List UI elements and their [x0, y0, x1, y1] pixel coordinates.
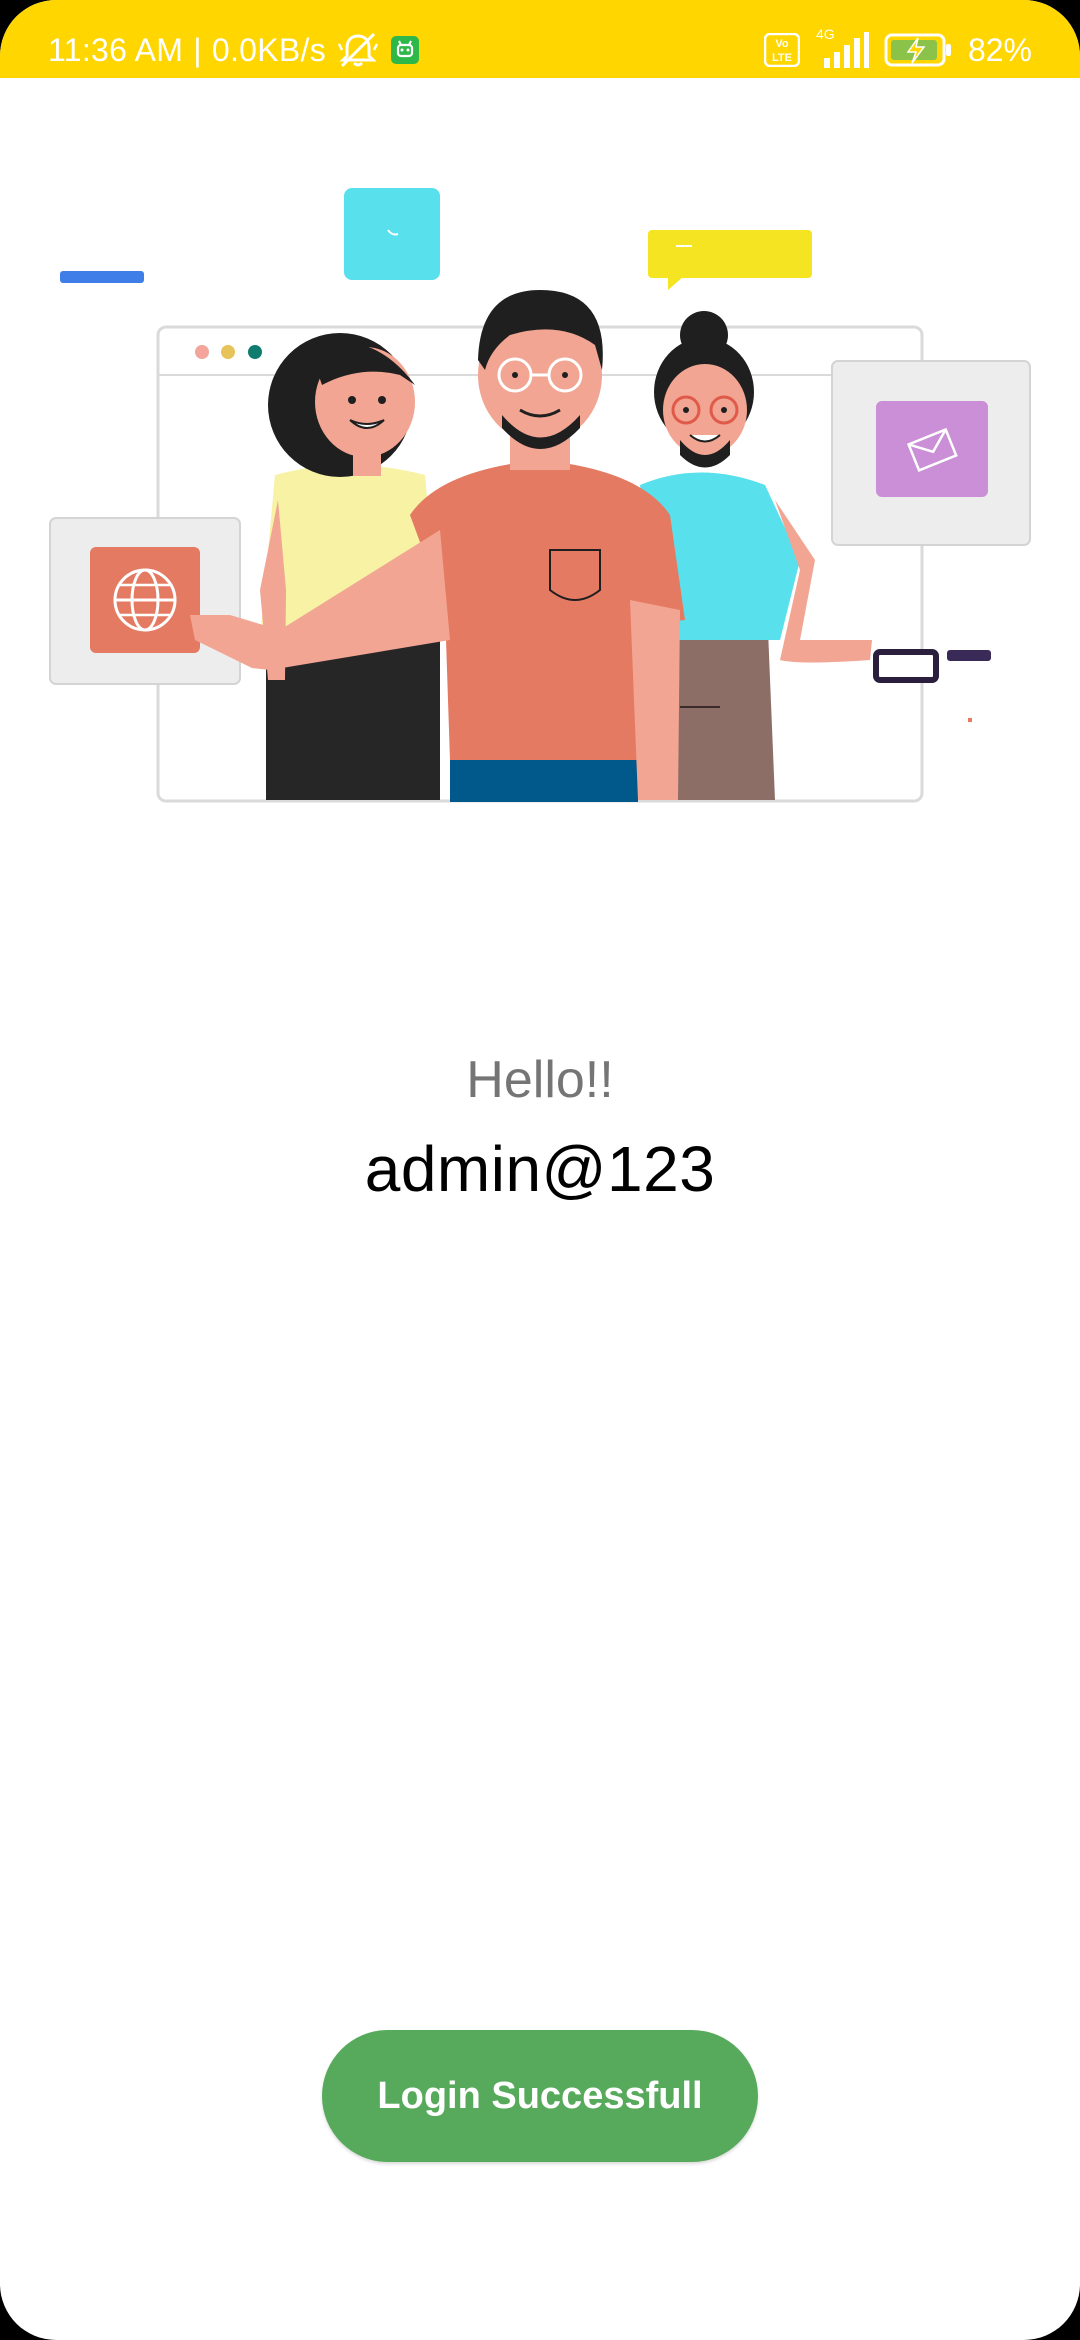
status-separator: | — [193, 31, 202, 68]
globe-card — [49, 517, 241, 685]
chat-bubble-decoration — [648, 230, 812, 290]
muted-bell-icon — [336, 30, 380, 70]
status-right: Vo LTE 4G 82% — [763, 0, 1032, 100]
app-notification-icon — [390, 35, 420, 65]
dot-decoration — [968, 718, 972, 722]
mail-card — [831, 360, 1031, 546]
status-time: 11:36 AM — [48, 31, 184, 68]
battery-charging-icon — [884, 32, 954, 68]
login-successful-button[interactable]: Login Successfull — [322, 2030, 758, 2162]
svg-text:Vo: Vo — [775, 38, 789, 50]
phone-card-decoration — [344, 188, 440, 280]
purple-dash-decoration — [947, 650, 991, 661]
greeting-text: Hello!! — [466, 1051, 614, 1109]
app-screen: 11:36 AM | 0.0KB/s Vo LTE 4G 82% Hello!!… — [0, 0, 1080, 2340]
svg-text:LTE: LTE — [772, 52, 792, 64]
signal-icon: 4G — [814, 26, 870, 70]
network-speed: 0.0KB/s — [211, 31, 327, 68]
status-left: 11:36 AM | 0.0KB/s — [48, 0, 420, 100]
blue-dash-decoration — [60, 271, 144, 283]
status-bar: 11:36 AM | 0.0KB/s Vo LTE 4G 82% — [0, 0, 1080, 78]
username-text: admin@123 — [364, 1133, 716, 1205]
team-illustration — [49, 188, 1031, 803]
volte-icon: Vo LTE — [763, 33, 800, 67]
battery-percent: 82% — [967, 31, 1032, 68]
